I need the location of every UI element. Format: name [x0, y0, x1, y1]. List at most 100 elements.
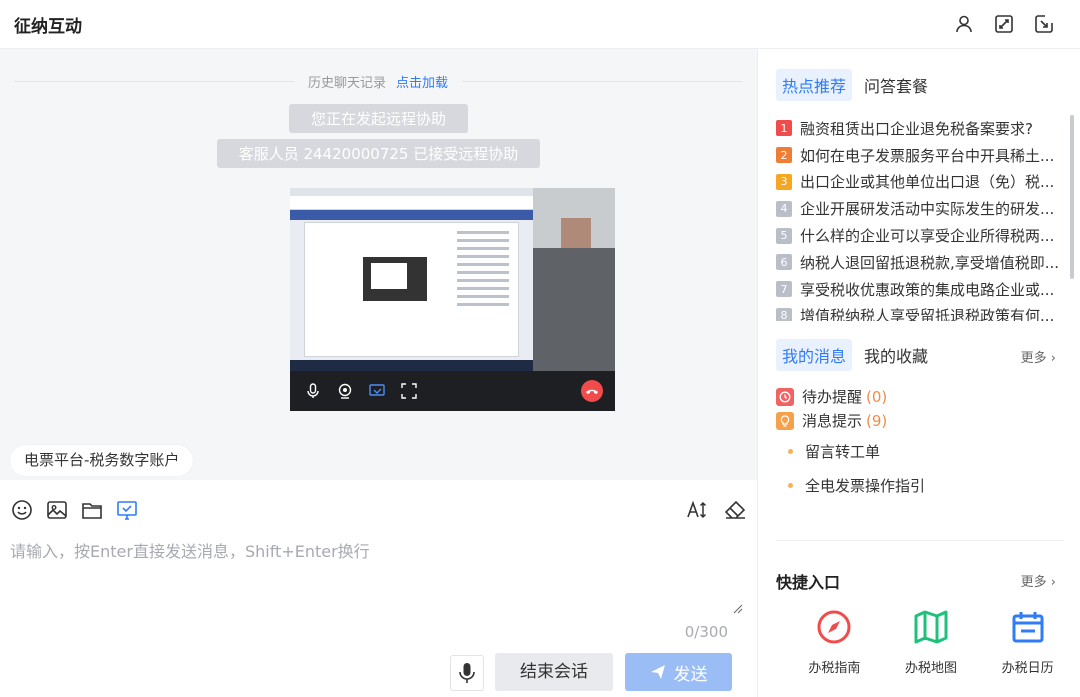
shortcuts-more-link[interactable]: 更多 › — [1021, 571, 1056, 590]
load-history-link[interactable]: 点击加载 — [396, 72, 448, 91]
rank-badge: 8 — [776, 307, 792, 321]
shortcut-list: 办税指南 办税地图 办税日历 — [786, 607, 1076, 676]
messages-more-link[interactable]: 更多 › — [1021, 347, 1056, 366]
chevron-right-icon: › — [1050, 351, 1056, 366]
todo-count: (0) — [866, 387, 888, 406]
app-title: 征纳互动 — [14, 16, 82, 37]
more-label: 更多 — [1020, 351, 1047, 366]
hot-question-text: 什么样的企业可以享受企业所得税两... — [800, 227, 1055, 246]
rank-badge: 5 — [776, 227, 792, 244]
shortcut-label: 办税指南 — [808, 661, 861, 676]
input-toolbar — [10, 498, 139, 522]
hot-question-text: 融资租赁出口企业退免税备案要求? — [800, 119, 1033, 138]
emoji-icon[interactable] — [10, 498, 34, 522]
hot-question-list: 1 融资租赁出口企业退免税备案要求? 2 如何在电子发票服务平台中开具稀土... 3 出口… — [776, 115, 1066, 321]
shortcuts-title: 快捷入口 — [776, 573, 841, 592]
section-divider — [776, 540, 1064, 541]
shortcut-tax-map[interactable]: 办税地图 — [883, 607, 980, 676]
hot-question-item[interactable]: 5 什么样的企业可以享受企业所得税两... — [776, 222, 1066, 249]
send-button[interactable]: 发送 — [625, 653, 732, 691]
rank-badge: 1 — [776, 120, 792, 137]
char-counter: 0/300 — [684, 623, 728, 641]
shortcut-label: 办税地图 — [905, 661, 958, 676]
end-session-button[interactable]: 结束会话 — [495, 653, 613, 691]
hot-list-scrollbar[interactable] — [1070, 115, 1074, 279]
chat-area: 历史聊天记录 点击加载 您正在发起远程协助 客服人员 24420000725 已… — [0, 49, 757, 480]
image-icon[interactable] — [45, 498, 69, 522]
compass-icon — [814, 607, 854, 647]
shared-screen-dialog — [304, 222, 519, 357]
hot-question-item[interactable]: 4 企业开展研发活动中实际发生的研发... — [776, 195, 1066, 222]
hot-question-item[interactable]: 8 增值税纳税人享受留抵退税政策有何... — [776, 303, 1066, 321]
rank-badge: 2 — [776, 147, 792, 164]
message-tabs: 我的消息 我的收藏 — [776, 339, 934, 371]
bullet-dot-icon — [788, 449, 793, 454]
remote-assist-icon[interactable] — [115, 498, 139, 522]
camera-icon[interactable] — [336, 382, 354, 400]
fullscreen-icon[interactable] — [400, 382, 418, 400]
message-bullet-item[interactable]: 全电发票操作指引 — [788, 475, 925, 496]
history-label: 历史聊天记录 — [307, 75, 386, 91]
bullet-label: 全电发票操作指引 — [805, 477, 926, 495]
rank-badge: 7 — [776, 281, 792, 298]
window-header: 征纳互动 — [0, 0, 1080, 49]
calendar-icon — [1008, 607, 1048, 647]
chevron-right-icon: › — [1050, 575, 1056, 590]
hot-question-item[interactable]: 3 出口企业或其他单位出口退（免）税... — [776, 169, 1066, 196]
notice-label: 消息提示 — [802, 412, 863, 430]
remote-video-window — [290, 188, 615, 411]
screen-share-icon[interactable] — [368, 382, 386, 400]
tab-my-messages[interactable]: 我的消息 — [776, 339, 853, 371]
right-panel: 热点推荐 问答套餐 1 融资租赁出口企业退免税备案要求? 2 如何在电子发票服务平台中… — [757, 49, 1080, 697]
hot-question-text: 纳税人退回留抵退税款,享受增值税即... — [800, 253, 1060, 272]
eraser-icon[interactable] — [723, 498, 747, 522]
microphone-icon — [459, 663, 475, 683]
send-label: 发送 — [673, 664, 708, 685]
todo-reminder[interactable]: 待办提醒 (0) — [776, 386, 887, 407]
hang-up-button[interactable] — [581, 380, 603, 402]
input-toolbar-right — [685, 498, 747, 522]
bulb-icon — [776, 411, 794, 430]
shared-taskbar — [290, 360, 533, 371]
hot-question-item[interactable]: 7 享受税收优惠政策的集成电路企业或... — [776, 276, 1066, 303]
tab-hot-recommend[interactable]: 热点推荐 — [776, 69, 853, 101]
message-input[interactable] — [10, 538, 745, 618]
tab-my-favorites[interactable]: 我的收藏 — [858, 339, 934, 371]
system-message: 客服人员 24420000725 已接受远程协助 — [0, 139, 757, 168]
hot-question-item[interactable]: 1 融资租赁出口企业退免税备案要求? — [776, 115, 1066, 142]
quick-topic-tag[interactable]: 电票平台-税务数字账户 — [10, 445, 194, 476]
hot-question-text: 如何在电子发票服务平台中开具稀土... — [800, 146, 1055, 165]
system-message: 您正在发起远程协助 — [0, 104, 757, 133]
exit-icon[interactable] — [1032, 12, 1056, 36]
send-icon — [650, 665, 665, 679]
system-message-text: 您正在发起远程协助 — [288, 104, 468, 133]
hot-question-text: 企业开展研发活动中实际发生的研发... — [800, 200, 1055, 219]
resize-handle-icon[interactable] — [733, 604, 743, 614]
user-icon[interactable] — [952, 12, 976, 36]
hot-question-item[interactable]: 6 纳税人退回留抵退税款,享受增值税即... — [776, 249, 1066, 276]
bullet-dot-icon — [788, 483, 793, 488]
shortcut-tax-guide[interactable]: 办税指南 — [786, 607, 883, 676]
tab-qa-package[interactable]: 问答套餐 — [858, 69, 934, 101]
blurred-face — [561, 218, 591, 248]
system-message-text: 客服人员 24420000725 已接受远程协助 — [216, 139, 541, 168]
camera-feed — [533, 188, 615, 371]
font-size-icon[interactable] — [685, 498, 709, 522]
voice-input-button[interactable] — [450, 655, 484, 691]
todo-label: 待办提醒 — [802, 388, 863, 406]
video-controls — [290, 371, 615, 411]
hot-question-text: 享受税收优惠政策的集成电路企业或... — [800, 280, 1055, 299]
folder-icon[interactable] — [80, 498, 104, 522]
expand-icon[interactable] — [992, 12, 1016, 36]
microphone-icon[interactable] — [304, 382, 322, 400]
hot-question-item[interactable]: 2 如何在电子发票服务平台中开具稀土... — [776, 142, 1066, 169]
shortcut-tax-calendar[interactable]: 办税日历 — [979, 607, 1076, 676]
rank-badge: 4 — [776, 200, 792, 217]
notice-count: (9) — [866, 411, 888, 430]
hot-tabs: 热点推荐 问答套餐 — [776, 69, 934, 101]
clock-icon — [776, 387, 794, 406]
message-notice[interactable]: 消息提示 (9) — [776, 410, 887, 431]
hot-question-text: 增值税纳税人享受留抵退税政策有何... — [800, 307, 1055, 321]
header-actions — [952, 12, 1056, 36]
message-bullet-item[interactable]: 留言转工单 — [788, 441, 880, 462]
